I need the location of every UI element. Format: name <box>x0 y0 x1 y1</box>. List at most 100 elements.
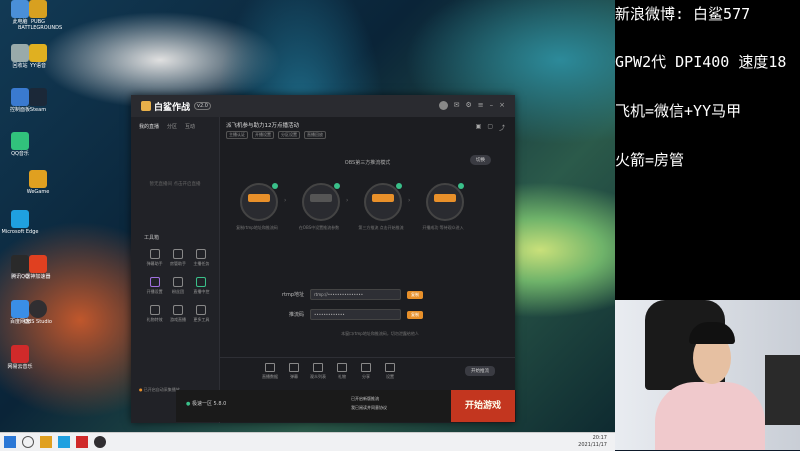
start-stream-button[interactable]: 开始推流 <box>465 366 495 376</box>
streamer-body <box>655 382 765 450</box>
message-icon[interactable]: ✉ <box>454 101 460 110</box>
arrow-icon: › <box>284 197 287 204</box>
desktop-icon-qq-music[interactable]: QQ音乐 <box>0 132 40 157</box>
toolbox-title: 工具箱 <box>144 235 160 241</box>
lightning-icon <box>29 255 47 273</box>
gift-icon <box>337 363 347 372</box>
users-icon <box>313 363 323 372</box>
gear-icon <box>149 277 160 287</box>
gift-icon <box>149 305 160 315</box>
tool-item[interactable]: 弹幕助手 <box>143 249 166 267</box>
tab-my-live[interactable]: 我的直播 <box>139 123 159 130</box>
rtmp-address-field[interactable]: rtmp://••••••••••••••• <box>310 289 401 300</box>
rtmp-label: rtmp地址 <box>281 292 304 298</box>
tag-item[interactable]: 主播认证 <box>226 131 248 139</box>
copy-rtmp-button[interactable]: 复制 <box>407 290 423 299</box>
step-1-icon <box>240 183 278 221</box>
browser-icon[interactable] <box>58 436 70 448</box>
file-explorer-icon[interactable] <box>40 436 52 448</box>
chat-icon <box>149 249 160 259</box>
tool-item[interactable]: 粉丝团 <box>166 277 189 295</box>
desktop-icon-wegame[interactable]: WeGame <box>18 170 58 195</box>
stream-key-field[interactable]: ••••••••••••• <box>310 309 401 320</box>
audience-button[interactable]: 观众列表 <box>306 363 330 380</box>
tab-interact[interactable]: 互动 <box>185 123 195 130</box>
setup-steps: › › › 复制rtmp地址和推流码 在OBS中设置推流参数 第三方推流 点击开… <box>236 183 510 243</box>
search-icon[interactable] <box>22 436 34 448</box>
tool-item[interactable]: 游戏直播 <box>166 305 189 323</box>
step-caption: 开播成功 等待观众进入 <box>422 225 464 230</box>
main-panel: 派飞机参与助力12万点播活动 主播认证 开播设置 分区设置 直播回放 ▣ ▢ ⤴… <box>220 117 515 423</box>
auto-capture-note: ● 已开启自动采集播放 <box>139 387 180 392</box>
tag-item[interactable]: 分区设置 <box>278 131 300 139</box>
system-clock[interactable]: 20:17 2021/11/17 <box>578 435 607 449</box>
tool-item[interactable]: 更多工具 <box>190 305 213 323</box>
stream-key-row: 推流码 ••••••••••••• 复制 <box>280 309 423 320</box>
tool-item[interactable]: 直播中控 <box>190 277 213 295</box>
desktop-icon-netease-music[interactable]: 网易云音乐 <box>0 345 40 370</box>
tab-category[interactable]: 分区 <box>167 123 177 130</box>
obs-taskbar-icon[interactable] <box>94 436 106 448</box>
chart-icon <box>265 363 275 372</box>
monitor <box>765 355 800 425</box>
tag-row: 主播认证 开播设置 分区设置 直播回放 <box>226 131 326 139</box>
stream-key-label: 推流码 <box>288 312 304 318</box>
desktop-icon-pubg[interactable]: PUBG BATTLEGROUNDS <box>18 0 62 31</box>
settings-button[interactable]: 设置 <box>378 363 402 380</box>
step-2-icon <box>302 183 340 221</box>
desktop-icon-yy[interactable]: YY语音 <box>18 44 58 69</box>
overlay-plane-rule: 飞机=微信+YY马甲 <box>615 102 742 120</box>
gamepad-icon <box>172 305 183 315</box>
tool-item[interactable]: 房管助手 <box>166 249 189 267</box>
switch-mode-button[interactable]: 切换 <box>470 155 491 165</box>
server-select[interactable]: ● 极速一区 5.8.0 <box>186 400 226 407</box>
game-icon <box>29 170 47 188</box>
browser-icon <box>11 210 29 228</box>
start-game-button[interactable]: 开始游戏 <box>451 390 515 422</box>
step-caption: 第三方推流 点击开始推流 <box>358 225 404 230</box>
tag-item[interactable]: 直播回放 <box>304 131 326 139</box>
app-taskbar-icon[interactable] <box>76 436 88 448</box>
close-icon[interactable]: × <box>499 101 505 110</box>
app-logo: 白鲨作战 v2.0 <box>141 100 211 113</box>
step-3-icon <box>364 183 402 221</box>
share-icon <box>361 363 371 372</box>
game-icon <box>29 0 47 18</box>
windows-start-icon[interactable] <box>4 436 16 448</box>
menu-icon[interactable]: ≡ <box>478 101 484 110</box>
tag-item[interactable]: 开播设置 <box>252 131 274 139</box>
data-button[interactable]: 直播数据 <box>258 363 282 380</box>
shield-icon <box>172 249 183 259</box>
desktop-icon-steam[interactable]: Steam <box>18 88 58 113</box>
danmaku-button[interactable]: 弹幕 <box>282 363 306 380</box>
desktop-icon-edge[interactable]: Microsoft Edge <box>0 210 40 235</box>
lock-icon[interactable]: ▢ <box>487 123 493 132</box>
gift-button[interactable]: 礼物 <box>330 363 354 380</box>
overlay-weibo: 新浪微博: 白鲨577 <box>615 5 751 23</box>
task-icon <box>196 249 207 259</box>
share-button[interactable]: 分享 <box>354 363 378 380</box>
webcam-feed <box>615 300 800 450</box>
gift-icon[interactable]: ▣ <box>476 123 482 132</box>
overlay-rocket-rule: 火箭=房管 <box>615 151 685 169</box>
activity-title: 派飞机参与助力12万点播活动 <box>226 123 299 129</box>
avatar[interactable] <box>438 101 448 110</box>
group-icon <box>172 277 183 287</box>
tool-item[interactable]: 开播设置 <box>143 277 166 295</box>
stream-info-overlay: 新浪微博: 白鲨577 GPW2代 DPI400 速度18 飞机=微信+YY马甲… <box>615 0 800 300</box>
minimize-icon[interactable]: – <box>490 101 494 110</box>
tool-item[interactable]: 主播任务 <box>190 249 213 267</box>
desktop-icon-leishen[interactable]: 雷神加速器 <box>18 255 58 280</box>
tool-grid: 弹幕助手 房管助手 主播任务 开播设置 粉丝团 直播中控 礼物特效 游戏直播 更… <box>143 249 213 323</box>
launcher-options: 已开启新版推流 我已阅读并同意协议 <box>351 396 387 410</box>
share-icon[interactable]: ⤴ <box>499 123 505 132</box>
bottom-toolbar: 直播数据 弹幕 观众列表 礼物 分享 设置 开始推流 <box>220 357 515 384</box>
title-bar[interactable]: 白鲨作战 v2.0 ✉ ⚙ ≡ – × <box>131 95 515 117</box>
desktop-icon-obs[interactable]: OBS Studio <box>18 300 58 325</box>
more-icon <box>196 305 207 315</box>
chat-icon <box>289 363 299 372</box>
settings-icon[interactable]: ⚙ <box>465 101 471 110</box>
obs-icon <box>29 300 47 318</box>
copy-key-button[interactable]: 复制 <box>407 310 423 319</box>
tool-item[interactable]: 礼物特效 <box>143 305 166 323</box>
